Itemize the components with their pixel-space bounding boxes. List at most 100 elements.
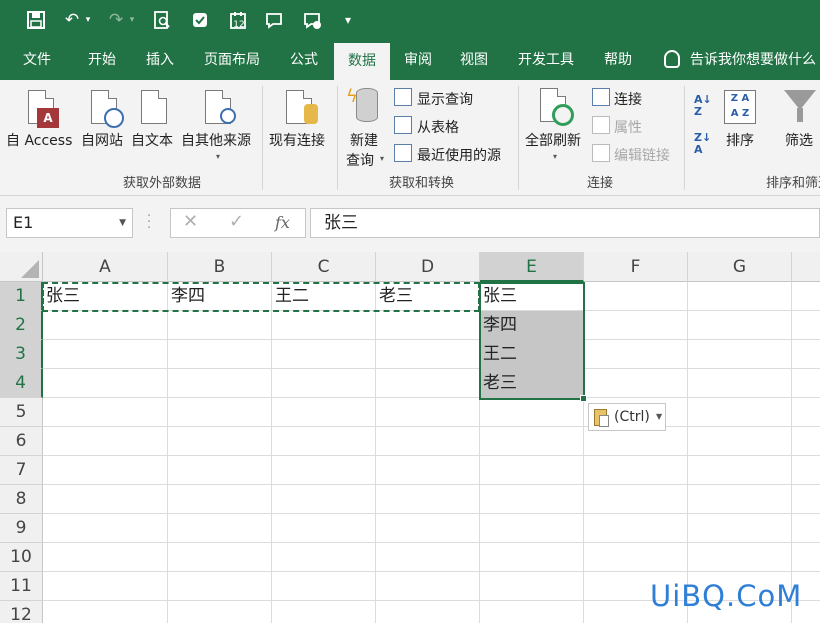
new-query-label-2[interactable]: 查询 xyxy=(346,150,374,170)
from-access-button[interactable]: 自 Access xyxy=(6,130,72,150)
tab-help[interactable]: 帮助 xyxy=(596,40,640,80)
new-query-dropdown-icon[interactable]: ▾ xyxy=(380,154,384,163)
from-table-button[interactable]: 从表格 xyxy=(417,117,459,137)
ribbon-separator xyxy=(337,86,338,190)
paste-options-button[interactable]: (Ctrl) ▼ xyxy=(588,403,666,431)
group-label-sort-filter: 排序和筛选 xyxy=(766,176,820,191)
clipboard-icon xyxy=(594,409,609,427)
row-header-4[interactable]: 4 xyxy=(0,369,43,398)
from-other-sources-button[interactable]: 自其他来源 xyxy=(181,130,251,150)
gridline xyxy=(43,455,820,456)
row-header-12[interactable]: 12 xyxy=(0,601,43,623)
insert-function-icon[interactable]: fx xyxy=(275,213,290,232)
tab-review[interactable]: 审阅 xyxy=(396,40,440,80)
gridline xyxy=(43,513,820,514)
tab-file[interactable]: 文件 xyxy=(14,40,60,80)
print-preview-icon[interactable] xyxy=(150,8,174,32)
name-box-value: E1 xyxy=(13,213,34,232)
from-web-button[interactable]: 自网站 xyxy=(81,130,123,150)
cancel-icon[interactable]: ✕ xyxy=(183,211,198,232)
tab-home[interactable]: 开始 xyxy=(80,40,124,80)
sort-az-icon[interactable]: A↓ Z xyxy=(694,94,712,118)
tell-me-search[interactable]: 告诉我你想要做什么 xyxy=(660,40,816,80)
fill-handle[interactable] xyxy=(580,395,587,402)
column-header-d[interactable]: D xyxy=(376,252,480,282)
watermark: UiBQ.CoM xyxy=(650,579,803,613)
row-header-11[interactable]: 11 xyxy=(0,572,43,601)
copy-marquee xyxy=(42,282,480,312)
column-header-h[interactable] xyxy=(792,252,820,282)
selection-border xyxy=(479,282,585,400)
access-badge-icon: A xyxy=(37,108,59,128)
sort-button[interactable]: 排序 xyxy=(726,130,754,150)
filter-button[interactable]: 筛选 xyxy=(785,130,813,150)
row-header-8[interactable]: 8 xyxy=(0,485,43,514)
recent-sources-button[interactable]: 最近使用的源 xyxy=(417,145,501,165)
select-all-corner[interactable] xyxy=(0,252,43,282)
tab-page-layout[interactable]: 页面布局 xyxy=(196,40,268,80)
filter-stem-icon xyxy=(797,108,803,122)
lightbulb-icon xyxy=(664,50,680,68)
sort-za-icon[interactable]: Z↓ A xyxy=(694,132,711,156)
table-icon xyxy=(394,116,412,134)
column-header-e[interactable]: E xyxy=(480,252,584,282)
comment-icon[interactable] xyxy=(262,8,286,32)
connections-icon xyxy=(592,88,610,106)
row-header-1[interactable]: 1 xyxy=(0,282,43,311)
row-header-10[interactable]: 10 xyxy=(0,543,43,572)
group-label-connections: 连接 xyxy=(587,176,614,191)
column-header-c[interactable]: C xyxy=(272,252,376,282)
undo-icon[interactable]: ↶ xyxy=(60,8,84,32)
row-header-3[interactable]: 3 xyxy=(0,340,43,369)
tab-insert[interactable]: 插入 xyxy=(138,40,182,80)
recent-sources-icon xyxy=(394,144,412,162)
name-box[interactable]: E1 ▼ xyxy=(6,208,133,238)
connections-button[interactable]: 连接 xyxy=(614,89,642,109)
name-box-dropdown-icon[interactable]: ▼ xyxy=(119,209,126,237)
formula-buttons: ✕ ✓ fx xyxy=(170,208,306,238)
tab-developer[interactable]: 开发工具 xyxy=(508,40,584,80)
other-sources-dropdown-icon[interactable]: ▾ xyxy=(216,152,220,161)
ribbon-tabs: 文件 开始 插入 页面布局 公式 数据 审阅 视图 开发工具 帮助 告诉我你想要… xyxy=(0,40,820,80)
row-header-7[interactable]: 7 xyxy=(0,456,43,485)
column-header-g[interactable]: G xyxy=(688,252,792,282)
refresh-dropdown-icon[interactable]: ▾ xyxy=(553,152,557,161)
save-icon[interactable] xyxy=(24,8,48,32)
row-header-9[interactable]: 9 xyxy=(0,514,43,543)
gridline xyxy=(43,339,820,340)
show-queries-icon xyxy=(394,88,412,106)
row-header-2[interactable]: 2 xyxy=(0,311,43,340)
comment-delete-icon[interactable] xyxy=(300,8,324,32)
paste-options-label: (Ctrl) xyxy=(614,409,650,425)
undo-dropdown-icon[interactable]: ▾ xyxy=(82,8,94,32)
from-text-button[interactable]: 自文本 xyxy=(131,130,173,150)
formula-input[interactable]: 张三 xyxy=(310,208,820,238)
new-query-db-icon xyxy=(356,88,378,122)
enter-icon[interactable]: ✓ xyxy=(229,211,244,232)
row-header-5[interactable]: 5 xyxy=(0,398,43,427)
refresh-all-button[interactable]: 全部刷新 xyxy=(525,130,581,150)
tell-me-text: 告诉我你想要做什么 xyxy=(690,52,816,68)
redo-dropdown-icon: ▾ xyxy=(129,15,135,25)
tab-data[interactable]: 数据 xyxy=(334,43,390,80)
ribbon-separator xyxy=(684,86,685,190)
refresh-icon xyxy=(552,104,574,126)
formula-bar-grip-icon[interactable]: · · · xyxy=(147,210,151,235)
column-header-b[interactable]: B xyxy=(168,252,272,282)
customize-icon[interactable]: ▾ xyxy=(336,8,360,32)
row-header-6[interactable]: 6 xyxy=(0,427,43,456)
gridline xyxy=(43,426,820,427)
redo-icon: ↷ xyxy=(108,10,124,30)
column-header-f[interactable]: F xyxy=(584,252,688,282)
new-query-label-1[interactable]: 新建 xyxy=(350,130,378,150)
tab-view[interactable]: 视图 xyxy=(452,40,496,80)
lightning-icon: ϟ xyxy=(346,86,358,107)
formula-bar: E1 ▼ · · · ✕ ✓ fx 张三 xyxy=(0,196,820,252)
tab-formulas[interactable]: 公式 xyxy=(282,40,326,80)
column-header-a[interactable]: A xyxy=(43,252,168,282)
show-queries-button[interactable]: 显示查询 xyxy=(417,89,473,109)
properties-button: 属性 xyxy=(614,120,642,136)
spell-check-icon[interactable] xyxy=(188,8,212,32)
worksheet-grid[interactable]: A B C D E F G 1 2 3 4 5 6 7 8 9 10 11 12… xyxy=(0,252,820,623)
existing-connections-button[interactable]: 现有连接 xyxy=(269,130,325,150)
